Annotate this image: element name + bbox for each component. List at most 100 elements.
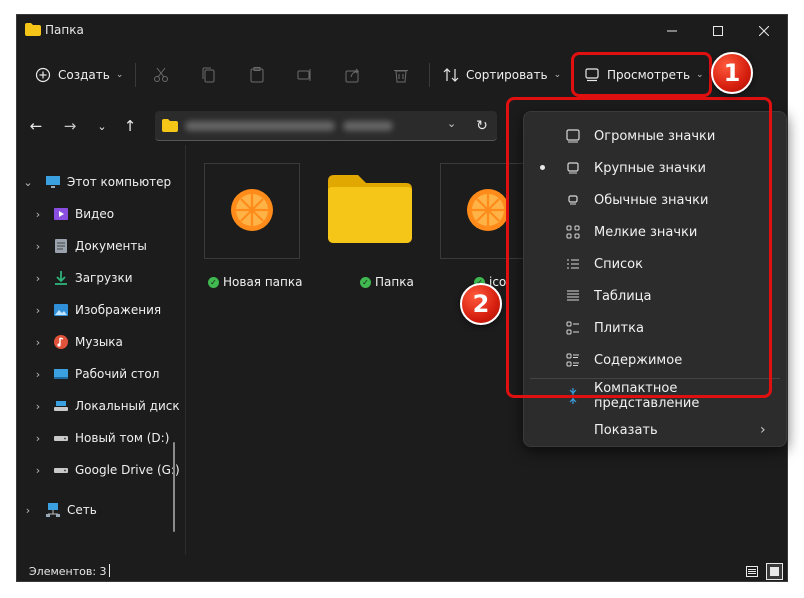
chevron-right-icon[interactable]: › (33, 464, 43, 477)
folder-thumbnail[interactable] (328, 175, 412, 243)
network-icon (46, 503, 60, 517)
menu-item-label: Таблица (594, 288, 652, 304)
chevron-right-icon[interactable]: › (33, 240, 43, 253)
menu-item-label: Показать (594, 422, 658, 438)
view-label: Просмотреть (607, 68, 691, 82)
chevron-right-icon[interactable]: › (33, 432, 43, 445)
sidebar-item-documents[interactable]: › Документы (17, 234, 183, 258)
refresh-icon[interactable]: ↻ (471, 115, 493, 137)
sidebar-item-downloads[interactable]: › Загрузки (17, 266, 183, 290)
rename-icon[interactable] (295, 65, 315, 85)
sidebar-item-this-pc[interactable]: ⌄ Этот компьютер (17, 170, 183, 194)
tiles-icon (564, 319, 582, 337)
chevron-down-icon[interactable]: ⌄ (23, 176, 33, 189)
sort-label: Сортировать (466, 68, 548, 82)
chevron-right-icon[interactable]: › (33, 368, 43, 381)
cut-icon[interactable] (151, 65, 171, 85)
menu-item-show[interactable]: Показать › (524, 414, 786, 446)
drive-icon (54, 436, 68, 441)
menu-item-label: Список (594, 256, 643, 272)
create-button[interactable]: Создать ⌄ (35, 57, 123, 93)
sort-button[interactable]: Сортировать ⌄ (443, 57, 561, 93)
menu-item-extra-large-icons[interactable]: Огромные значки (524, 120, 786, 152)
file-label[interactable]: ✓ Папка (360, 275, 414, 289)
sidebar-item-video[interactable]: › Видео (17, 202, 183, 226)
sidebar-item-network[interactable]: › Сеть (17, 498, 183, 522)
file-thumbnail[interactable] (440, 163, 536, 259)
folder-icon (25, 23, 41, 36)
chevron-right-icon[interactable]: › (33, 336, 43, 349)
drive-icon (54, 401, 68, 411)
sidebar-item-label: Видео (75, 207, 115, 221)
status-bar: Элементов: 3 (17, 563, 787, 581)
document-icon (55, 239, 67, 253)
menu-item-label: Крупные значки (594, 160, 706, 176)
copy-icon[interactable] (199, 65, 219, 85)
download-icon (55, 271, 67, 285)
sidebar-item-music[interactable]: › Музыка (17, 330, 183, 354)
close-button[interactable] (741, 15, 787, 47)
sidebar-item-desktop[interactable]: › Рабочий стол (17, 362, 183, 386)
chevron-right-icon[interactable]: › (33, 208, 43, 221)
music-icon (54, 335, 68, 349)
plus-circle-icon (35, 67, 51, 83)
video-icon (54, 208, 68, 220)
sidebar-item-drive-g[interactable]: › Google Drive (G:) (17, 458, 183, 482)
maximize-button[interactable] (695, 15, 741, 47)
menu-item-content[interactable]: Содержимое (524, 344, 786, 376)
toolbar-separator (429, 63, 430, 87)
toolbar-separator (573, 63, 574, 87)
large-icons-view-toggle[interactable] (766, 563, 783, 580)
sidebar-item-drive-d[interactable]: › Новый том (D:) (17, 426, 183, 450)
large-icons-view-icon (770, 567, 779, 576)
menu-item-list[interactable]: Список (524, 248, 786, 280)
list-icon (564, 255, 582, 273)
menu-item-label: Обычные значки (594, 192, 709, 208)
details-view-toggle[interactable] (744, 564, 760, 579)
details-view-icon (746, 566, 758, 577)
sidebar-scrollbar[interactable] (173, 442, 175, 532)
sidebar-item-label: Новый том (D:) (75, 431, 170, 445)
file-name: Папка (375, 275, 414, 289)
up-arrow-icon[interactable]: ↑ (119, 115, 141, 137)
address-dropdown-icon[interactable]: ⌄ (447, 117, 456, 130)
share-icon[interactable] (343, 65, 363, 85)
sidebar-item-images[interactable]: › Изображения (17, 298, 183, 322)
title-bar: Папка (17, 15, 787, 47)
blurred-path-segment (185, 121, 335, 131)
file-thumbnail[interactable] (204, 163, 300, 259)
file-label[interactable]: ✓ Новая папка (208, 275, 302, 289)
recent-chevron-icon[interactable]: ⌄ (91, 115, 113, 137)
menu-item-tiles[interactable]: Плитка (524, 312, 786, 344)
menu-item-compact-view[interactable]: Компактное представление (524, 380, 786, 412)
menu-item-medium-icons[interactable]: Обычные значки (524, 184, 786, 216)
forward-arrow-icon[interactable]: → (59, 115, 81, 137)
content-icon (564, 351, 582, 369)
chevron-right-icon[interactable]: › (23, 504, 33, 517)
view-button[interactable]: Просмотреть ⌄ (585, 57, 704, 93)
chevron-right-icon[interactable]: › (33, 272, 43, 285)
address-bar[interactable]: ⌄ (155, 111, 497, 141)
menu-item-large-icons[interactable]: Крупные значки (524, 152, 786, 184)
back-arrow-icon[interactable]: ← (25, 115, 47, 137)
sort-icon (443, 68, 459, 82)
minimize-button[interactable] (649, 15, 695, 47)
minimize-icon (667, 30, 677, 32)
chevron-right-icon[interactable]: › (33, 304, 43, 317)
explorer-window: Папка Создать ⌄ Сортировать ⌄ Просмотрет… (16, 14, 788, 582)
menu-item-small-icons[interactable]: Мелкие значки (524, 216, 786, 248)
chevron-right-icon[interactable]: › (33, 400, 43, 413)
menu-item-details[interactable]: Таблица (524, 280, 786, 312)
menu-item-label: Содержимое (594, 352, 683, 368)
sidebar-item-label: Сеть (67, 503, 97, 517)
create-label: Создать (58, 68, 110, 82)
orange-slice-icon (467, 189, 509, 231)
menu-item-label: Плитка (594, 320, 644, 336)
sidebar-item-local-disk[interactable]: › Локальный диск (17, 394, 183, 418)
sidebar-item-label: Рабочий стол (75, 367, 160, 381)
menu-separator (530, 378, 780, 379)
paste-icon[interactable] (247, 65, 267, 85)
toolbar-separator (135, 63, 136, 87)
sidebar-item-label: Этот компьютер (67, 175, 172, 189)
delete-icon[interactable] (391, 65, 411, 85)
